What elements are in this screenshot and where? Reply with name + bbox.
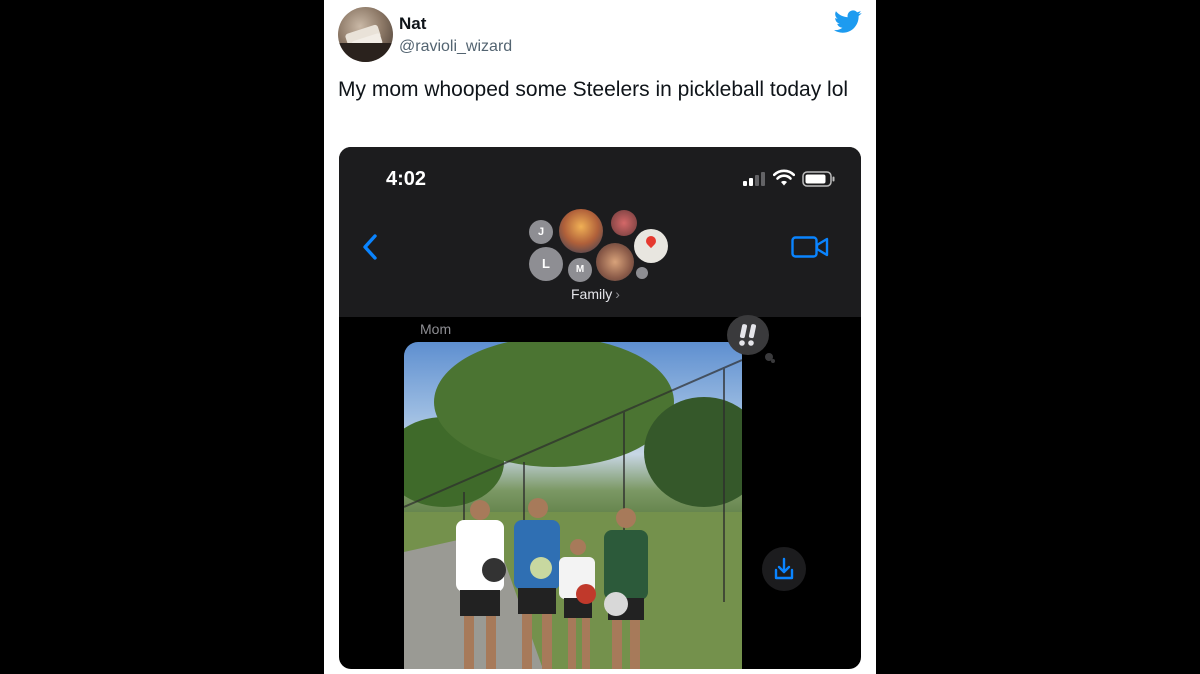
chevron-left-icon[interactable] [361,233,379,261]
author-avatar[interactable] [338,7,393,62]
tweet-text: My mom whooped some Steelers in pickleba… [338,78,849,101]
member-avatar-m[interactable]: M [568,258,592,282]
member-avatar-small[interactable] [636,267,648,279]
attached-screenshot[interactable]: 4:02 J L M Family › Mom [339,147,861,669]
download-button[interactable] [762,547,806,591]
tapback-tail [771,359,775,363]
member-avatar-j[interactable]: J [529,220,553,244]
double-exclamation-icon [739,324,757,346]
map-pin-icon [643,233,659,249]
member-avatar-l[interactable]: L [529,247,563,281]
author-name[interactable]: Nat [399,14,426,34]
member-photo-avatar[interactable] [596,243,634,281]
message-photo[interactable] [404,342,742,669]
member-photo-avatar[interactable] [559,209,603,253]
wifi-icon [773,169,795,186]
sender-label: Mom [420,321,452,337]
photo-scene [404,342,742,669]
tweet-card: Nat @ravioli_wizard My mom whooped some … [324,0,876,674]
member-photo-avatar[interactable] [611,210,637,236]
video-camera-icon[interactable] [791,236,829,258]
imessage-header: 4:02 J L M Family › [339,147,861,317]
exclamation-tapback-icon[interactable] [727,315,769,355]
map-pin-avatar[interactable] [634,229,668,263]
cellular-signal-icon [743,172,765,186]
download-icon [774,557,794,580]
author-handle[interactable]: @ravioli_wizard [399,38,512,56]
group-name[interactable]: Family › [571,286,620,302]
group-name-label: Family [571,286,613,302]
chevron-right-icon: › [615,286,620,302]
twitter-bird-icon[interactable] [834,10,862,34]
status-time: 4:02 [386,168,427,190]
battery-icon [802,171,835,187]
